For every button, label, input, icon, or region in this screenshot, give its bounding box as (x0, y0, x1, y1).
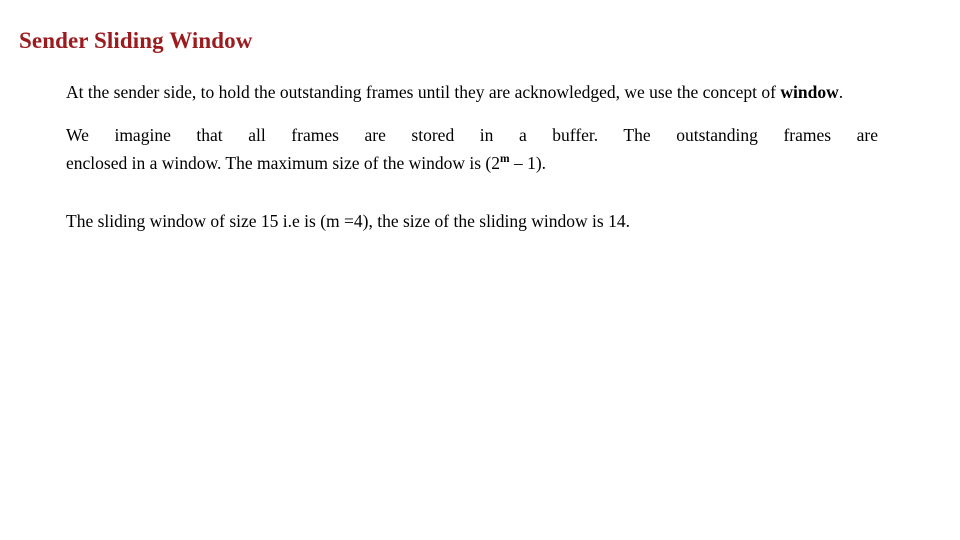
paragraph-1-text-after-bold: . (838, 82, 844, 102)
page-title: Sender Sliding Window (19, 28, 253, 53)
paragraph-2-line-1: We imagine that all frames are stored in… (66, 125, 878, 145)
paragraph-3: The sliding window of size 15 i.e is (m … (66, 207, 878, 235)
paragraph-1: At the sender side, to hold the outstand… (66, 78, 866, 106)
paragraph-2-text-before-superscript: enclosed in a window. The maximum size o… (66, 153, 501, 173)
slide-canvas: Sender Sliding Window At the sender side… (0, 0, 960, 540)
exponent-superscript-m: m (500, 153, 510, 166)
paragraph-2: We imagine that all frames are stored in… (66, 121, 878, 177)
paragraph-3-text: The sliding window of size 15 i.e is (m … (66, 211, 630, 231)
paragraph-1-text-before-bold: At the sender side, to hold the outstand… (66, 82, 781, 102)
paragraph-2-text-after-superscript: – 1). (509, 153, 547, 173)
paragraph-2-line-2: enclosed in a window. The maximum size o… (66, 149, 878, 177)
slide-body: At the sender side, to hold the outstand… (66, 78, 878, 235)
paragraph-1-bold-term: window (780, 82, 839, 102)
